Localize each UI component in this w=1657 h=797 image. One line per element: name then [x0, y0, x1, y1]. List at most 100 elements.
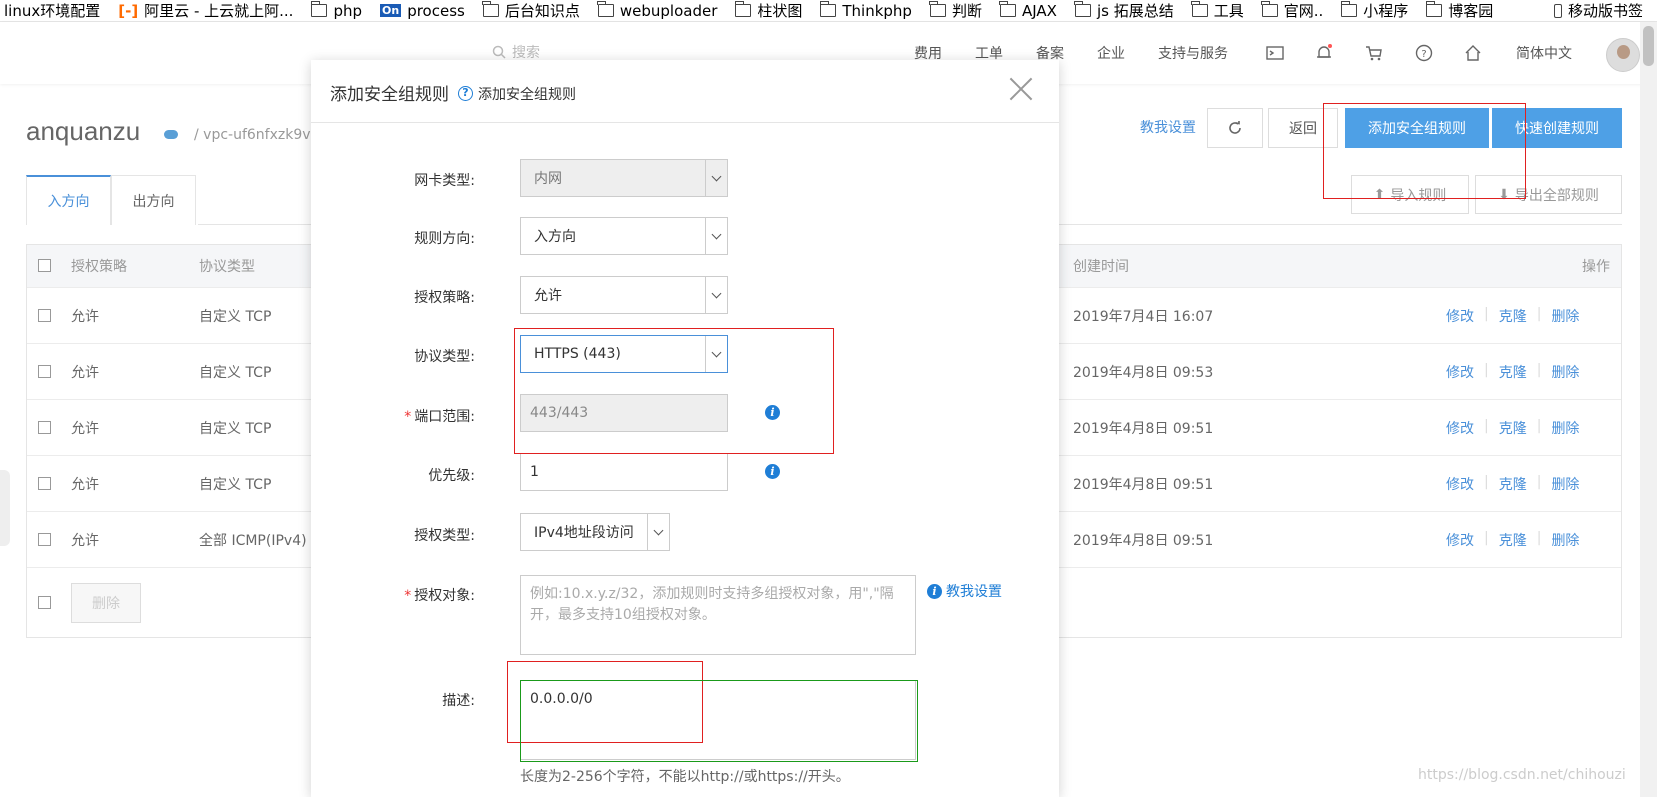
- select-all-checkbox[interactable]: [38, 259, 51, 272]
- delete-link[interactable]: 删除: [1551, 530, 1579, 550]
- footer-checkbox[interactable]: [38, 596, 51, 609]
- row-checkbox[interactable]: [38, 421, 51, 434]
- direction-select[interactable]: 入方向: [520, 217, 728, 255]
- chevron-down-icon: [705, 160, 727, 196]
- port-range-label: * 端口范围:: [404, 409, 475, 425]
- nav-enterprise[interactable]: 企业: [1097, 43, 1125, 63]
- dialog-help-link[interactable]: 添加安全组规则: [478, 84, 576, 104]
- clone-link[interactable]: 克隆: [1499, 306, 1527, 326]
- bookmark-js[interactable]: js 拓展总结: [1074, 0, 1174, 21]
- bookmark-bar-chart[interactable]: 柱状图: [734, 0, 802, 21]
- search-box[interactable]: 搜索: [492, 42, 540, 62]
- nic-type-select[interactable]: 内网: [520, 159, 728, 197]
- refresh-button[interactable]: [1207, 108, 1263, 148]
- auth-tutorial-link[interactable]: i 教我设置: [927, 581, 1002, 601]
- bookmark-mobile[interactable]: 移动版书签: [1553, 0, 1643, 21]
- row-checkbox[interactable]: [38, 309, 51, 322]
- page-scrollbar[interactable]: [1640, 22, 1657, 797]
- folder-icon: [734, 1, 752, 17]
- header-protocol: 协议类型: [199, 259, 255, 275]
- row-policy: 允许: [71, 421, 99, 437]
- bookmark-aliyun[interactable]: [-] 阿里云 - 上云就上阿...: [118, 0, 293, 21]
- help-icon[interactable]: ?: [1415, 44, 1433, 62]
- tutorial-link[interactable]: 教我设置: [1140, 117, 1196, 137]
- delete-link[interactable]: 删除: [1551, 362, 1579, 382]
- folder-icon: [1425, 1, 1443, 17]
- auth-type-select[interactable]: IPv4地址段访问: [520, 513, 670, 551]
- bookmark-thinkphp[interactable]: Thinkphp: [819, 1, 912, 20]
- bookmark-webuploader[interactable]: webuploader: [597, 1, 717, 20]
- delete-link[interactable]: 删除: [1551, 418, 1579, 438]
- row-checkbox[interactable]: [38, 533, 51, 546]
- folder-icon: [999, 1, 1016, 17]
- clone-link[interactable]: 克隆: [1499, 530, 1527, 550]
- bell-icon[interactable]: [1315, 44, 1333, 62]
- nic-type-label: 网卡类型:: [414, 173, 475, 189]
- bookmark-ajax[interactable]: AJAX: [999, 1, 1057, 20]
- bookmark-official[interactable]: 官网..: [1261, 0, 1323, 21]
- dialog-header: 添加安全组规则 ? 添加安全组规则: [311, 60, 1059, 123]
- edit-link[interactable]: 修改: [1446, 474, 1474, 494]
- bulk-delete-button[interactable]: 删除: [71, 583, 141, 623]
- row-created: 2019年4月8日 09:51: [1073, 533, 1214, 549]
- delete-link[interactable]: 删除: [1551, 306, 1579, 326]
- row-checkbox[interactable]: [38, 477, 51, 490]
- priority-input[interactable]: 1: [520, 453, 728, 491]
- folder-icon: [1340, 1, 1358, 17]
- terminal-icon[interactable]: [1266, 44, 1284, 62]
- language-switch[interactable]: 简体中文: [1516, 43, 1572, 63]
- help-icon[interactable]: ?: [458, 86, 473, 101]
- avatar[interactable]: [1606, 38, 1640, 72]
- bookmark-cnblogs[interactable]: 博客园: [1425, 0, 1493, 21]
- tab-outbound[interactable]: 出方向: [111, 175, 196, 225]
- nav-support[interactable]: 支持与服务: [1158, 43, 1228, 63]
- edit-link[interactable]: 修改: [1446, 362, 1474, 382]
- header-policy: 授权策略: [71, 259, 127, 275]
- tab-inbound[interactable]: 入方向: [26, 175, 111, 225]
- clone-link[interactable]: 克隆: [1499, 362, 1527, 382]
- close-icon[interactable]: [1003, 72, 1039, 108]
- row-policy: 允许: [71, 365, 99, 381]
- bookmark-judge[interactable]: 判断: [929, 0, 982, 21]
- vpc-id: / vpc-uf6nfxzk9vg: [194, 127, 320, 143]
- folder-icon: [1261, 1, 1278, 17]
- policy-select[interactable]: 允许: [520, 276, 728, 314]
- edit-link[interactable]: 修改: [1446, 306, 1474, 326]
- cart-icon[interactable]: [1365, 44, 1383, 62]
- edit-link[interactable]: 修改: [1446, 530, 1474, 550]
- folder-icon: [310, 1, 328, 17]
- info-icon[interactable]: i: [765, 464, 780, 479]
- auth-object-textarea[interactable]: 例如:10.x.y.z/32，添加规则时支持多组授权对象，用","隔开，最多支持…: [520, 575, 916, 655]
- annotation-red-box: [514, 328, 834, 454]
- delete-link[interactable]: 删除: [1551, 474, 1579, 494]
- clone-link[interactable]: 克隆: [1499, 418, 1527, 438]
- auth-type-value: IPv4地址段访问: [534, 525, 634, 541]
- bookmark-linux[interactable]: linux环境配置: [4, 0, 100, 21]
- header-created: 创建时间: [1073, 259, 1129, 275]
- policy-value: 允许: [534, 288, 562, 304]
- scrollbar-thumb[interactable]: [1643, 26, 1654, 66]
- separator: |: [1484, 418, 1489, 434]
- priority-label: 优先级:: [428, 468, 475, 484]
- clone-link[interactable]: 克隆: [1499, 474, 1527, 494]
- row-policy: 允许: [71, 477, 99, 493]
- bookmark-process[interactable]: On process: [380, 2, 465, 20]
- info-icon: i: [927, 583, 942, 599]
- row-protocol: 自定义 TCP: [199, 365, 272, 381]
- row-protocol: 自定义 TCP: [199, 421, 272, 437]
- bookmark-tools[interactable]: 工具: [1191, 0, 1244, 21]
- side-collapse-handle[interactable]: [0, 470, 10, 546]
- edit-link[interactable]: 修改: [1446, 418, 1474, 438]
- folder-icon: [1074, 1, 1091, 17]
- chevron-down-icon: [705, 277, 727, 313]
- row-policy: 允许: [71, 533, 99, 549]
- bookmark-backend[interactable]: 后台知识点: [482, 0, 580, 21]
- row-created: 2019年4月8日 09:53: [1073, 365, 1214, 381]
- cloud-icon: [164, 130, 178, 139]
- home-icon[interactable]: [1464, 44, 1482, 62]
- phone-icon: [1553, 3, 1562, 18]
- row-checkbox[interactable]: [38, 365, 51, 378]
- separator: |: [1536, 474, 1542, 490]
- bookmark-miniprogram[interactable]: 小程序: [1340, 0, 1408, 21]
- bookmark-php[interactable]: php: [310, 1, 362, 20]
